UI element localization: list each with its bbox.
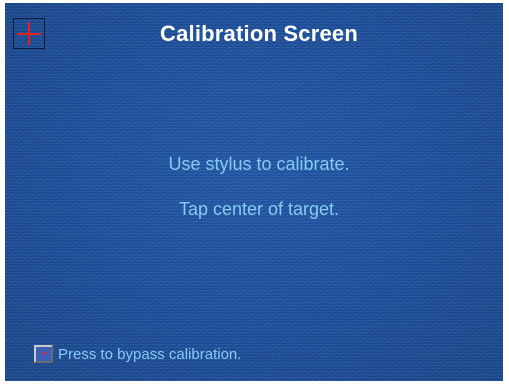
bypass-calibration-label[interactable]: Press to bypass calibration. — [58, 346, 241, 363]
instruction-tap-center: Tap center of target. — [178, 199, 340, 219]
bypass-calibration-button[interactable]: » Press to bypass calibration. — [34, 345, 241, 363]
fast-forward-icon[interactable]: » — [34, 345, 53, 363]
calibration-screen[interactable]: Calibration Screen Use stylus to calibra… — [5, 3, 503, 381]
page-title: Calibration Screen — [160, 21, 358, 46]
instruction-calibrate: Use stylus to calibrate. — [168, 154, 350, 174]
